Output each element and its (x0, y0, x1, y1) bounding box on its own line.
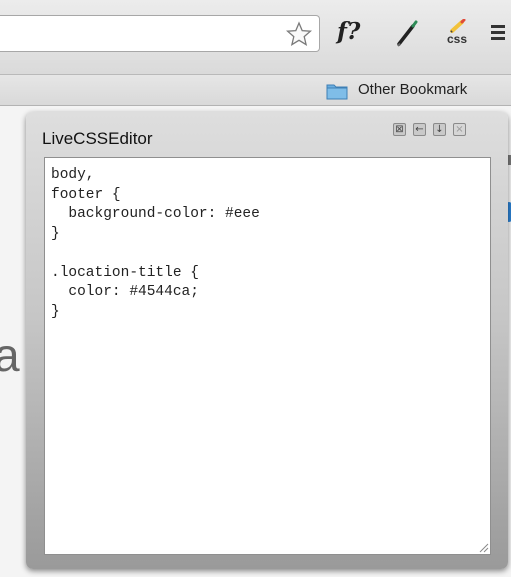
page-text-fragment: a (0, 329, 20, 381)
pencil-icon (450, 19, 466, 33)
folder-icon (326, 84, 348, 100)
css-ext-icon[interactable]: css (441, 19, 473, 49)
pen-icon[interactable] (396, 19, 418, 49)
address-bar[interactable] (0, 15, 320, 52)
star-icon[interactable] (286, 21, 312, 47)
css-code-editor[interactable]: body, footer { background-color: #eee } … (44, 157, 491, 555)
editor-title: LiveCSSEditor (42, 129, 153, 148)
menu-icon[interactable] (491, 25, 511, 55)
resize-grip-icon[interactable] (477, 541, 489, 553)
arrow-left-icon: ← (415, 124, 424, 135)
live-css-editor-panel: LiveCSSEditor ⊠ ← ↓ × body, footer { bac… (26, 112, 508, 569)
close-button[interactable]: × (453, 123, 466, 136)
screenshot-icon: ⊠ (395, 124, 404, 135)
arrow-down-icon: ↓ (435, 124, 444, 135)
bookmark-label: Other Bookmark (358, 81, 468, 98)
css-ext-label: css (446, 32, 468, 46)
down-button[interactable]: ↓ (433, 123, 446, 136)
browser-toolbar: f? css (0, 0, 511, 75)
back-button[interactable]: ← (413, 123, 426, 136)
fquery-icon[interactable]: f? (337, 17, 360, 47)
screenshot-button[interactable]: ⊠ (393, 123, 406, 136)
bookmarks-bar: Other Bookmark (0, 75, 511, 106)
close-icon: × (455, 124, 464, 135)
